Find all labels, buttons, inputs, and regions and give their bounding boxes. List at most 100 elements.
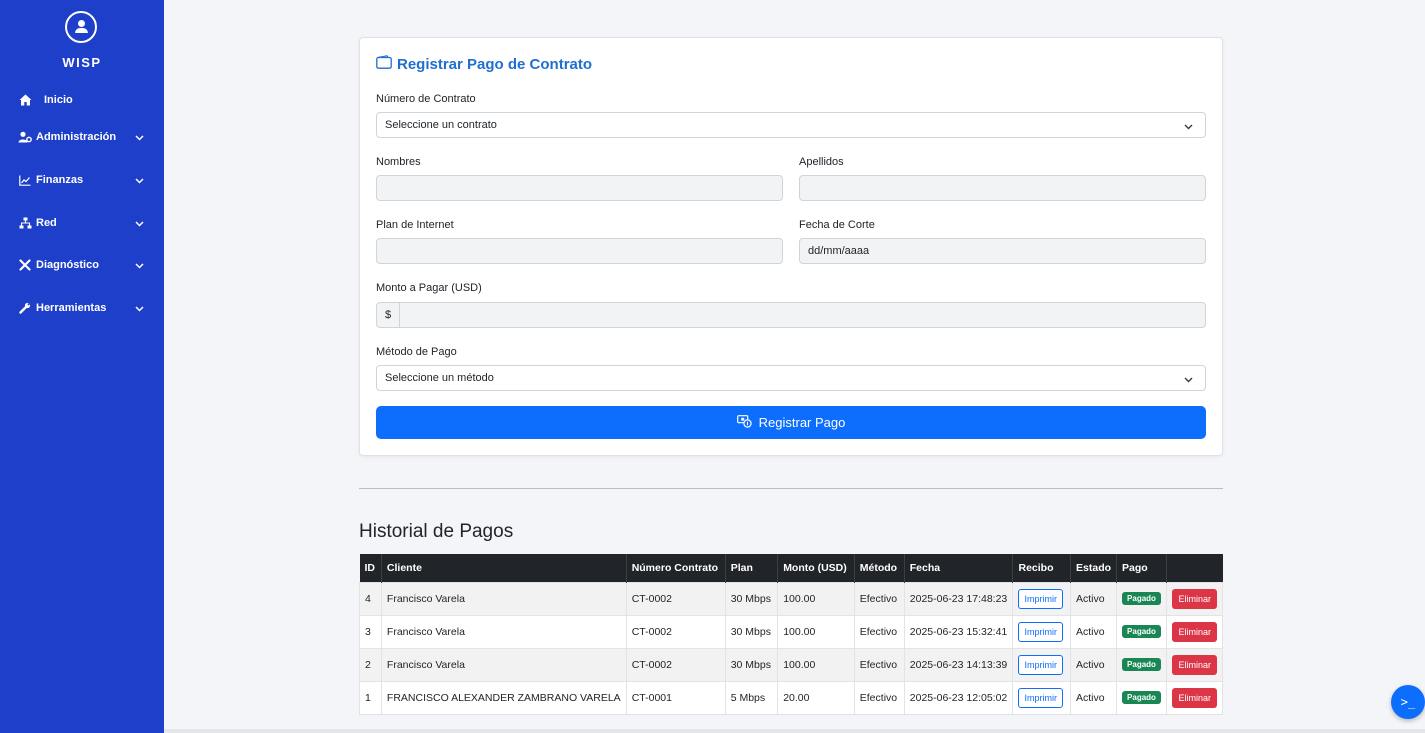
names-field[interactable] — [376, 175, 783, 201]
cell-id: 3 — [359, 614, 382, 649]
cell-monto: 100.00 — [777, 614, 855, 649]
cell-id: 2 — [359, 647, 382, 682]
sidebar-item-label: Red — [36, 217, 57, 229]
bottom-border — [164, 729, 1425, 733]
user-avatar-icon[interactable] — [65, 11, 97, 43]
currency-prefix: $ — [376, 302, 400, 328]
cell-fecha: 2025-06-23 17:48:23 — [903, 581, 1014, 616]
sidebar-item-inicio[interactable]: Inicio — [0, 88, 164, 112]
column-header-contrato: Número Contrato — [625, 554, 726, 582]
chevron-down-icon — [135, 303, 144, 315]
cell-acciones: Eliminar — [1166, 680, 1223, 715]
sidebar-item-diagnostico[interactable]: Diagnóstico — [0, 253, 164, 277]
status-badge: Pagado — [1122, 625, 1161, 638]
terminal-button[interactable]: >_ — [1391, 685, 1425, 719]
contract-select[interactable]: Seleccione un contrato — [376, 112, 1206, 138]
lastnames-field[interactable] — [799, 175, 1206, 201]
user-cog-icon — [18, 130, 32, 144]
cell-contrato: CT-0002 — [625, 581, 726, 616]
home-icon — [18, 93, 32, 107]
contract-label: Número de Contrato — [376, 93, 476, 105]
column-header-id: ID — [359, 554, 382, 582]
column-header-acciones — [1166, 554, 1223, 582]
table-row: 4 Francisco Varela CT-0002 30 Mbps 100.0… — [359, 581, 1223, 616]
cell-id: 4 — [359, 581, 382, 616]
cell-recibo: Imprimir — [1012, 614, 1072, 649]
cell-metodo: Efectivo — [853, 614, 905, 649]
cell-contrato: CT-0002 — [625, 647, 726, 682]
plan-field[interactable] — [376, 238, 783, 264]
cell-cliente: FRANCISCO ALEXANDER ZAMBRANO VARELA — [380, 680, 627, 715]
form-title: Registrar Pago de Contrato — [376, 55, 592, 73]
delete-button[interactable]: Eliminar — [1172, 687, 1217, 708]
payment-form-card: Registrar Pago de Contrato Número de Con… — [359, 37, 1223, 456]
chevron-down-icon — [135, 260, 144, 272]
cell-plan: 30 Mbps — [724, 581, 779, 616]
wallet-icon — [376, 55, 392, 73]
cell-pago: Pagado — [1116, 647, 1168, 682]
cell-fecha: 2025-06-23 14:13:39 — [903, 647, 1014, 682]
status-badge: Pagado — [1122, 592, 1161, 605]
delete-button[interactable]: Eliminar — [1172, 588, 1217, 609]
chevron-down-icon — [135, 132, 144, 144]
chevron-down-icon — [1184, 121, 1193, 133]
cell-cliente: Francisco Varela — [380, 581, 627, 616]
cell-cliente: Francisco Varela — [380, 614, 627, 649]
brand-name: WISP — [62, 55, 102, 70]
sidebar-item-label: Administración — [36, 131, 117, 143]
sidebar-item-herramientas[interactable]: Herramientas — [0, 296, 164, 320]
cell-cliente: Francisco Varela — [380, 647, 627, 682]
sidebar-item-red[interactable]: Red — [0, 211, 164, 235]
history-title: Historial de Pagos — [359, 521, 514, 542]
cell-monto: 100.00 — [777, 581, 855, 616]
print-receipt-button[interactable]: Imprimir — [1018, 687, 1063, 708]
chart-line-icon — [18, 173, 32, 187]
network-icon — [18, 216, 32, 230]
sidebar-item-administracion[interactable]: Administración — [0, 125, 164, 149]
print-receipt-button[interactable]: Imprimir — [1018, 621, 1063, 642]
register-payment-button[interactable]: Registrar Pago — [376, 406, 1206, 439]
names-label: Nombres — [376, 156, 421, 168]
cell-estado: Activo — [1070, 647, 1118, 682]
cell-id: 1 — [359, 680, 382, 715]
cell-metodo: Efectivo — [853, 581, 905, 616]
payment-method-select[interactable]: Seleccione un método — [376, 365, 1206, 391]
cell-metodo: Efectivo — [853, 680, 905, 715]
cell-estado: Activo — [1070, 680, 1118, 715]
cell-estado: Activo — [1070, 614, 1118, 649]
cell-estado: Activo — [1070, 581, 1118, 616]
column-header-plan: Plan — [724, 554, 778, 582]
print-receipt-button[interactable]: Imprimir — [1018, 654, 1063, 675]
cash-coin-icon — [736, 414, 752, 431]
cutoff-date-field[interactable]: dd/mm/aaaa — [799, 238, 1206, 264]
cell-pago: Pagado — [1116, 680, 1168, 715]
wrench-icon — [18, 301, 32, 315]
cell-pago: Pagado — [1116, 581, 1168, 616]
cell-recibo: Imprimir — [1012, 581, 1072, 616]
delete-button[interactable]: Eliminar — [1172, 654, 1217, 675]
chevron-down-icon — [135, 218, 144, 230]
column-header-metodo: Método — [853, 554, 905, 582]
cell-plan: 30 Mbps — [724, 614, 779, 649]
table-row: 3 Francisco Varela CT-0002 30 Mbps 100.0… — [359, 614, 1223, 649]
status-badge: Pagado — [1122, 658, 1161, 671]
sidebar-item-label: Herramientas — [36, 302, 107, 314]
cell-fecha: 2025-06-23 15:32:41 — [903, 614, 1014, 649]
cell-pago: Pagado — [1116, 614, 1168, 649]
amount-field[interactable] — [399, 302, 1206, 328]
cell-monto: 20.00 — [777, 680, 855, 715]
cell-recibo: Imprimir — [1012, 647, 1072, 682]
column-header-fecha: Fecha — [903, 554, 1013, 582]
sidebar-item-finanzas[interactable]: Finanzas — [0, 168, 164, 192]
cell-contrato: CT-0002 — [625, 614, 726, 649]
cell-recibo: Imprimir — [1012, 680, 1072, 715]
column-header-pago: Pago — [1116, 554, 1167, 582]
cell-acciones: Eliminar — [1166, 647, 1223, 682]
chevron-down-icon — [1184, 374, 1193, 386]
delete-button[interactable]: Eliminar — [1172, 621, 1217, 642]
cell-acciones: Eliminar — [1166, 581, 1223, 616]
payments-table: ID Cliente Número Contrato Plan Monto (U… — [359, 554, 1223, 715]
cell-acciones: Eliminar — [1166, 614, 1223, 649]
print-receipt-button[interactable]: Imprimir — [1018, 588, 1063, 609]
column-header-estado: Estado — [1070, 554, 1117, 582]
